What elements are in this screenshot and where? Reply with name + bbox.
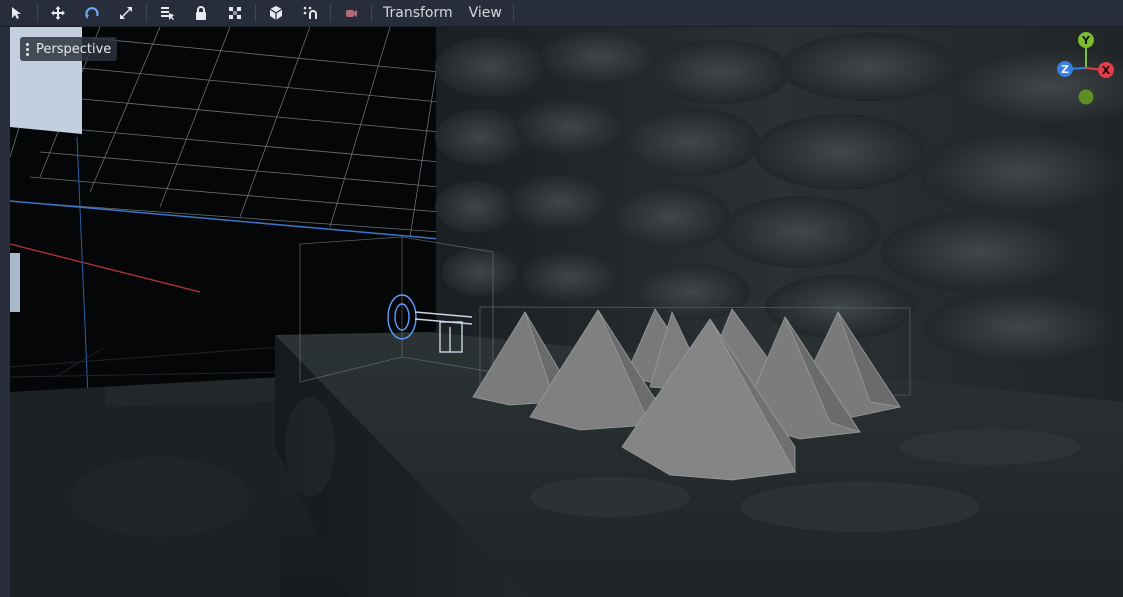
local-space-icon <box>269 6 283 20</box>
local-space-button[interactable] <box>259 1 293 25</box>
toolbar-separator <box>146 4 147 22</box>
snap-icon <box>303 6 317 19</box>
lock-icon <box>196 6 206 20</box>
group-icon <box>229 7 241 19</box>
perspective-menu-button[interactable]: Perspective <box>20 37 118 61</box>
select-arrow-icon <box>12 7 21 19</box>
toolbar-separator <box>255 4 256 22</box>
transform-menu[interactable]: Transform <box>375 1 461 25</box>
list-select-button[interactable] <box>150 1 184 25</box>
toolbar-separator <box>512 4 514 22</box>
rotate-icon <box>85 7 99 19</box>
toolbar-separator <box>330 4 331 22</box>
group-button[interactable] <box>218 1 252 25</box>
3d-viewport[interactable]: Perspective Y X Z <box>10 27 1123 597</box>
rotate-tool-button[interactable] <box>75 1 109 25</box>
select-tool-button[interactable] <box>0 1 34 25</box>
x-axis-label: X <box>1102 64 1111 77</box>
scene-render <box>10 27 1123 597</box>
list-select-icon <box>161 7 174 20</box>
toolbar: Transform View <box>0 0 1123 27</box>
move-tool-button[interactable] <box>41 1 75 25</box>
axis-gizmo[interactable]: Y X Z <box>1049 29 1119 119</box>
z-axis-label: Z <box>1061 63 1069 76</box>
toolbar-separator <box>371 4 372 22</box>
viewport-left-border <box>0 27 10 597</box>
move-icon <box>51 6 65 20</box>
lock-button[interactable] <box>184 1 218 25</box>
scale-tool-button[interactable] <box>109 1 143 25</box>
neg-y-axis-handle <box>1078 89 1094 105</box>
scale-icon <box>120 7 132 19</box>
toolbar-separator <box>37 4 38 22</box>
snap-button[interactable] <box>293 1 327 25</box>
light-panel-small <box>10 253 20 312</box>
camera-icon <box>346 10 357 17</box>
kebab-menu-icon <box>26 42 29 56</box>
perspective-label: Perspective <box>36 41 112 57</box>
y-axis-label: Y <box>1081 34 1091 47</box>
camera-button[interactable] <box>334 1 368 25</box>
view-menu[interactable]: View <box>461 1 510 25</box>
